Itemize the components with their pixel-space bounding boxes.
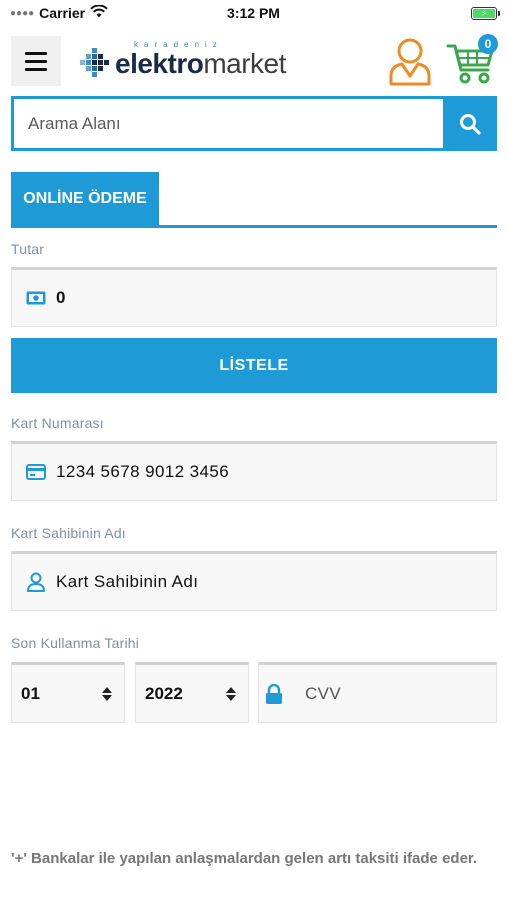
expiry-month-value: 01 <box>21 683 40 703</box>
select-arrows-icon <box>226 686 236 701</box>
logo-text-a: elektro <box>115 48 204 79</box>
tab-bar: ONLİNE ÖDEME <box>11 172 497 228</box>
expiry-label: Son Kullanma Tarihi <box>11 635 140 651</box>
user-icon <box>389 38 431 86</box>
search-input[interactable] <box>11 96 443 151</box>
logo-text: elektromarket <box>115 48 286 80</box>
amount-value: 0 <box>56 288 66 307</box>
credit-card-icon <box>26 464 46 480</box>
card-holder-field[interactable]: Kart Sahibinin Adı <box>11 551 497 611</box>
card-holder-value: Kart Sahibinin Adı <box>56 572 199 591</box>
amount-field[interactable]: 0 <box>11 267 497 327</box>
cvv-field[interactable]: CVV <box>258 662 497 723</box>
expiry-year-value: 2022 <box>145 683 183 703</box>
search-icon <box>460 113 481 135</box>
card-number-label: Kart Numarası <box>11 415 104 431</box>
cart-count-badge: 0 <box>478 34 498 54</box>
search-bar <box>11 96 497 151</box>
battery-icon: ⚡ <box>471 6 500 20</box>
card-holder-label: Kart Sahibinin Adı <box>11 525 126 541</box>
expiry-year-select[interactable]: 2022 <box>135 662 249 723</box>
card-number-field[interactable]: 1234 5678 9012 3456 <box>11 441 497 501</box>
hamburger-bar <box>25 59 47 63</box>
battery-charging-icon: ⚡ <box>473 8 495 18</box>
expiry-month-select[interactable]: 01 <box>11 662 125 723</box>
tab-online-payment[interactable]: ONLİNE ÖDEME <box>11 172 159 225</box>
site-logo[interactable]: karadeniz elektromarket <box>80 38 286 84</box>
status-bar: ●●●● Carrier 3:12 PM ⚡ <box>0 0 507 26</box>
user-outline-icon <box>27 572 45 592</box>
status-time: 3:12 PM <box>227 5 280 21</box>
money-icon <box>26 291 46 305</box>
card-number-value: 1234 5678 9012 3456 <box>56 462 230 481</box>
amount-label: Tutar <box>11 241 45 257</box>
user-account-button[interactable] <box>388 36 432 86</box>
app-header: karadeniz elektromarket 0 <box>0 28 507 94</box>
hamburger-menu-icon <box>25 51 47 55</box>
hamburger-bar <box>25 67 47 71</box>
installment-note: '+' Bankalar ile yapılan anlaşmalardan g… <box>11 850 478 867</box>
menu-button[interactable] <box>11 36 61 86</box>
lock-icon <box>266 683 282 704</box>
cvv-placeholder: CVV <box>305 683 342 703</box>
select-arrows-icon <box>102 686 112 701</box>
search-button[interactable] <box>443 96 497 151</box>
logo-mark-icon <box>80 48 109 77</box>
logo-text-b: market <box>203 48 286 79</box>
list-button[interactable]: LİSTELE <box>11 338 497 393</box>
